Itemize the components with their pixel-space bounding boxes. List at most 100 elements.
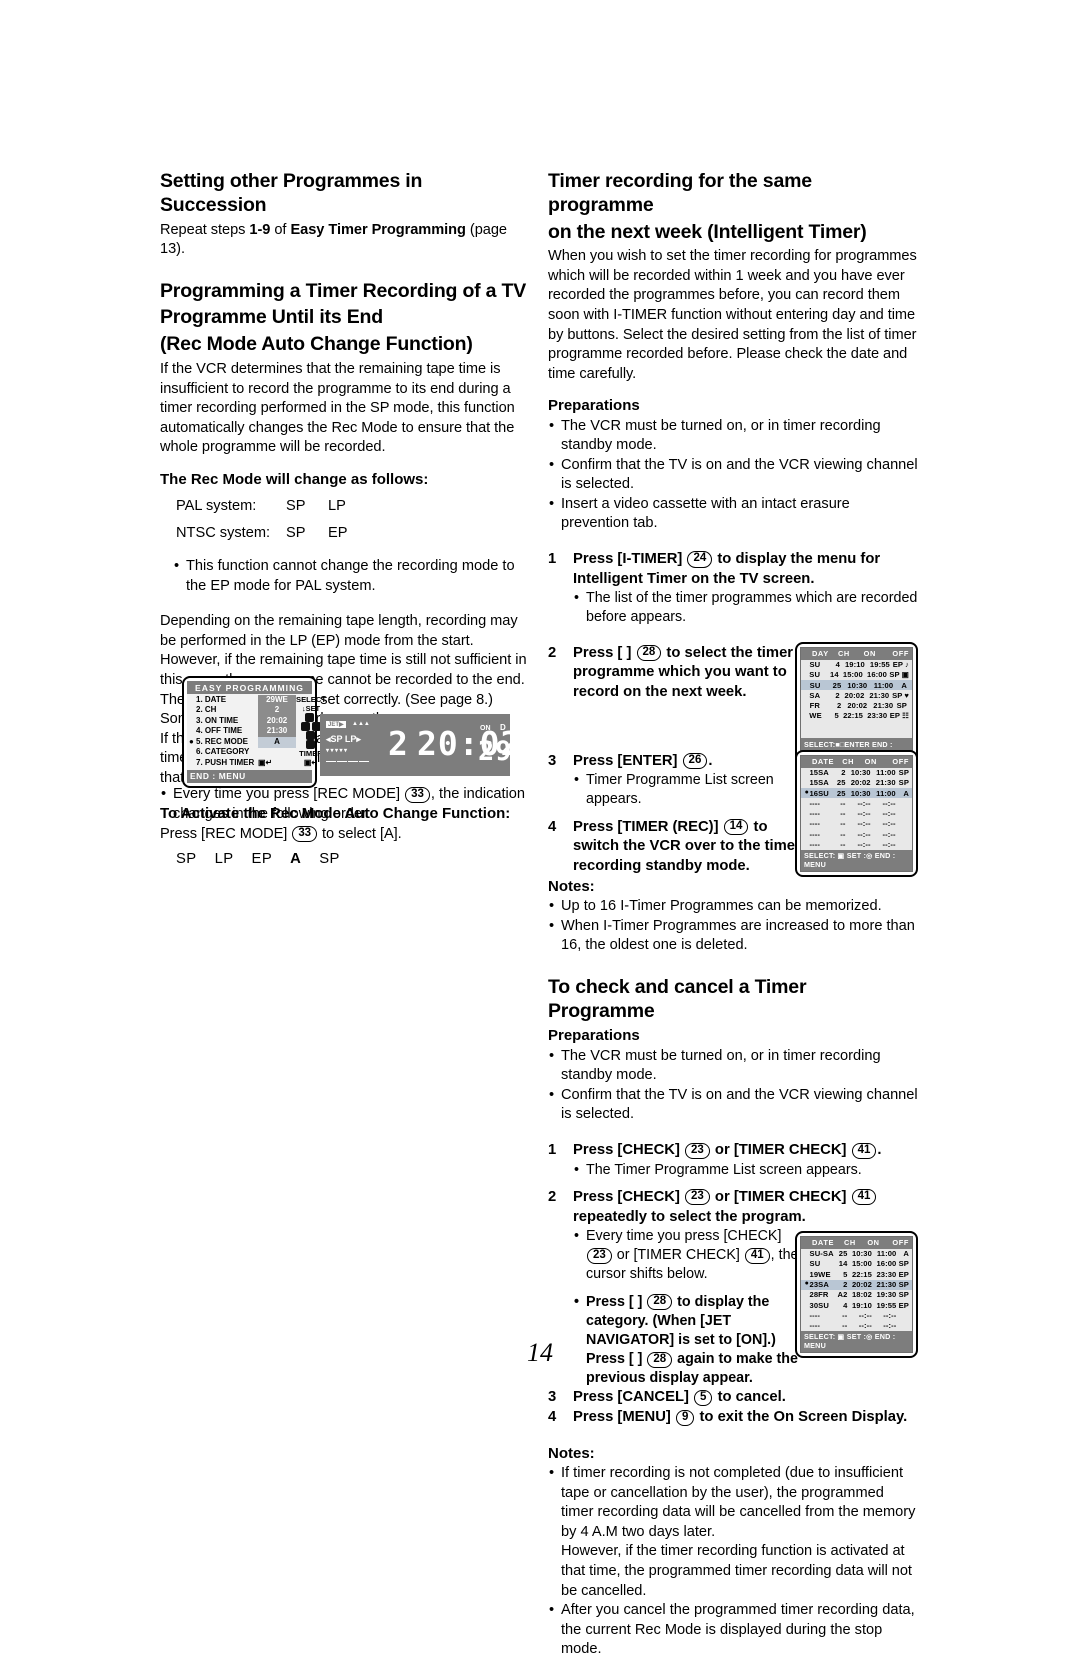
keycap-24: 24 bbox=[687, 551, 713, 568]
cell-on: 22:15 bbox=[843, 711, 863, 721]
cell-date: 30SU bbox=[809, 1300, 829, 1310]
row-cursor: ● bbox=[189, 736, 194, 746]
note-item: Up to 16 I-Timer Programmes can be memor… bbox=[548, 897, 918, 917]
cell-mode: SP bbox=[889, 670, 900, 680]
cell-ch: 2 bbox=[843, 1280, 848, 1290]
cell-category-icon: ☷ bbox=[902, 711, 909, 721]
row-value: 2 bbox=[258, 705, 296, 717]
push-timer-icon: ▣↵ bbox=[258, 757, 273, 767]
cell-date: SU bbox=[809, 1259, 821, 1269]
step-text-c: . bbox=[877, 1142, 882, 1158]
cell-off: 23:30 bbox=[867, 711, 888, 721]
heading-programming-timer-line3: (Rec Mode Auto Change Function) bbox=[160, 333, 473, 356]
cell-off: --:-- bbox=[883, 1321, 897, 1331]
cell-ch: 2 bbox=[836, 701, 842, 711]
cell-mode: EP bbox=[898, 1269, 909, 1279]
cell-date: ---- bbox=[809, 798, 820, 808]
cell-on: 10:30 bbox=[850, 788, 871, 798]
header-day: DAY bbox=[812, 649, 829, 659]
mode-label-ntsc: NTSC system: bbox=[176, 525, 271, 542]
cell-on: --:-- bbox=[857, 798, 871, 808]
step-number: 2 bbox=[548, 644, 557, 661]
step-number: 1 bbox=[548, 1142, 557, 1158]
easy-programming-row: 2. CH 2 bbox=[189, 705, 296, 717]
keycap-41-b: 41 bbox=[851, 1189, 877, 1206]
cell-mode: SP bbox=[898, 778, 910, 788]
step-3-note: Timer Programme List screen appears. bbox=[548, 771, 801, 809]
step-number: 3 bbox=[548, 752, 557, 769]
cell-day: FR bbox=[809, 701, 820, 711]
cell-ch: 5 bbox=[843, 1269, 848, 1279]
check-step-1-note: The Timer Programme List screen appears. bbox=[548, 1161, 918, 1180]
table-row: SA 2 20:02 21:30 SP ♥ bbox=[801, 690, 912, 700]
cell-ch: 25 bbox=[838, 1249, 848, 1259]
easy-programming-osd-title: EASY PROGRAMMING bbox=[187, 681, 312, 694]
table-row: ---- -- --:-- --:-- bbox=[801, 829, 912, 839]
table-row: 30SU 4 19:10 19:55 EP bbox=[801, 1300, 912, 1310]
vfd-date: 29 bbox=[478, 736, 513, 767]
table-row-selected: ● 23SA 2 20:02 21:30 SP bbox=[801, 1279, 912, 1290]
timer-list-osd-footer: SELECT: ▣ SET :◎ END : MENU bbox=[801, 849, 912, 871]
vfd-on-indicator: ON bbox=[480, 725, 491, 732]
osd-blank-area bbox=[801, 721, 912, 738]
mode-to-ntsc: EP bbox=[328, 525, 348, 542]
header-on: ON bbox=[867, 1238, 880, 1248]
cell-ch: -- bbox=[840, 809, 846, 819]
table-row: 15SA 2 10:30 11:00 SP bbox=[801, 768, 912, 778]
cell-off: 19:55 bbox=[876, 1300, 897, 1310]
cell-date: ---- bbox=[809, 1321, 821, 1331]
header-ch: CH bbox=[842, 757, 855, 767]
cell-category-icon bbox=[907, 701, 909, 710]
step-number: 4 bbox=[548, 818, 557, 835]
header-off: OFF bbox=[892, 757, 909, 767]
itimer-list-osd: DAY CH ON OFF SU 4 19:10 19:55 EP ♪ SU 14 15:00… bbox=[795, 641, 918, 766]
cell-mode: EP bbox=[898, 1300, 909, 1310]
keycap-23-b: 23 bbox=[685, 1189, 710, 1206]
cell-on: 10:30 bbox=[850, 768, 871, 777]
cell-off: --:-- bbox=[882, 829, 896, 839]
cell-on: 19:10 bbox=[851, 1300, 872, 1310]
heading-programming-timer-line2: Programme Until its End bbox=[160, 306, 383, 329]
step-text-a: Press [ ] bbox=[573, 644, 636, 661]
cell-off: 21:30 bbox=[869, 690, 890, 700]
table-row: ---- -- --:-- --:-- bbox=[801, 809, 912, 819]
preparation-item: Confirm that the TV is on and the VCR vi… bbox=[548, 1086, 918, 1125]
page-number: 14 bbox=[527, 1338, 553, 1367]
cell-on: 15:00 bbox=[842, 670, 863, 680]
cell-mode bbox=[896, 809, 909, 818]
timer-list-osd-rows: 15SA 2 10:30 11:00 SP 15SA 25 20:02 21:30 SP ● 16… bbox=[801, 767, 912, 850]
cell-mode: SP bbox=[896, 701, 907, 711]
cell-off: 21:30 bbox=[873, 701, 894, 711]
header-on: ON bbox=[863, 649, 876, 659]
notes-heading-1: Notes: bbox=[548, 877, 595, 895]
table-row: SU-SA 25 10:30 11:00 A bbox=[801, 1249, 912, 1259]
cell-date: 15SA bbox=[809, 778, 829, 788]
cell-ch: 2 bbox=[841, 768, 846, 777]
heading-intelligent-timer-line1: Timer recording for the same programme bbox=[548, 170, 812, 216]
row-name: 5. REC MODE bbox=[196, 736, 249, 746]
cell-mode: SP bbox=[892, 690, 903, 700]
cell-ch: 14 bbox=[838, 1259, 848, 1269]
step-number: 2 bbox=[548, 1188, 557, 1205]
row-value: 21:30 bbox=[258, 726, 296, 738]
vfd-index-marks: ▾▾▾▾▾ bbox=[326, 748, 349, 754]
mode-to-pal: LP bbox=[328, 498, 346, 515]
step-2-select-programme: 2 Press [ ] 28 to select the timer progra… bbox=[548, 644, 808, 703]
vfd-tape-bar: ———— bbox=[326, 756, 370, 767]
cell-date: SU-SA bbox=[809, 1249, 834, 1259]
note-however-paragraph: However, if the timer recording function… bbox=[561, 1543, 912, 1599]
cell-on: 10:30 bbox=[847, 680, 868, 690]
cell-mode bbox=[896, 830, 909, 839]
timer-check-osd-rows: SU-SA 25 10:30 11:00 A SU 14 15:00 16:00 SP 19WE… bbox=[801, 1248, 912, 1331]
heading-setting-other-programmes: Setting other Programmes in Succession bbox=[160, 170, 423, 216]
preparation-item: The VCR must be turned on, or in timer r… bbox=[548, 1047, 918, 1086]
header-date: DATE bbox=[812, 757, 834, 767]
easy-programming-row: 4. OFF TIME 21:30 bbox=[189, 726, 296, 738]
cell-off: 11:00 bbox=[876, 1249, 897, 1259]
table-row: SU 14 15:00 16:00 SP bbox=[801, 1259, 912, 1269]
easy-programming-row: 6. CATEGORY bbox=[189, 747, 296, 759]
table-row-selected: ● 16SU 25 10:30 11:00 A bbox=[801, 788, 912, 799]
step-1-note: The list of the timer programmes which a… bbox=[548, 589, 918, 627]
cell-mode: EP bbox=[889, 711, 901, 721]
rec-mode-table: PAL system: SP LP NTSC system: SP EP bbox=[176, 498, 530, 541]
